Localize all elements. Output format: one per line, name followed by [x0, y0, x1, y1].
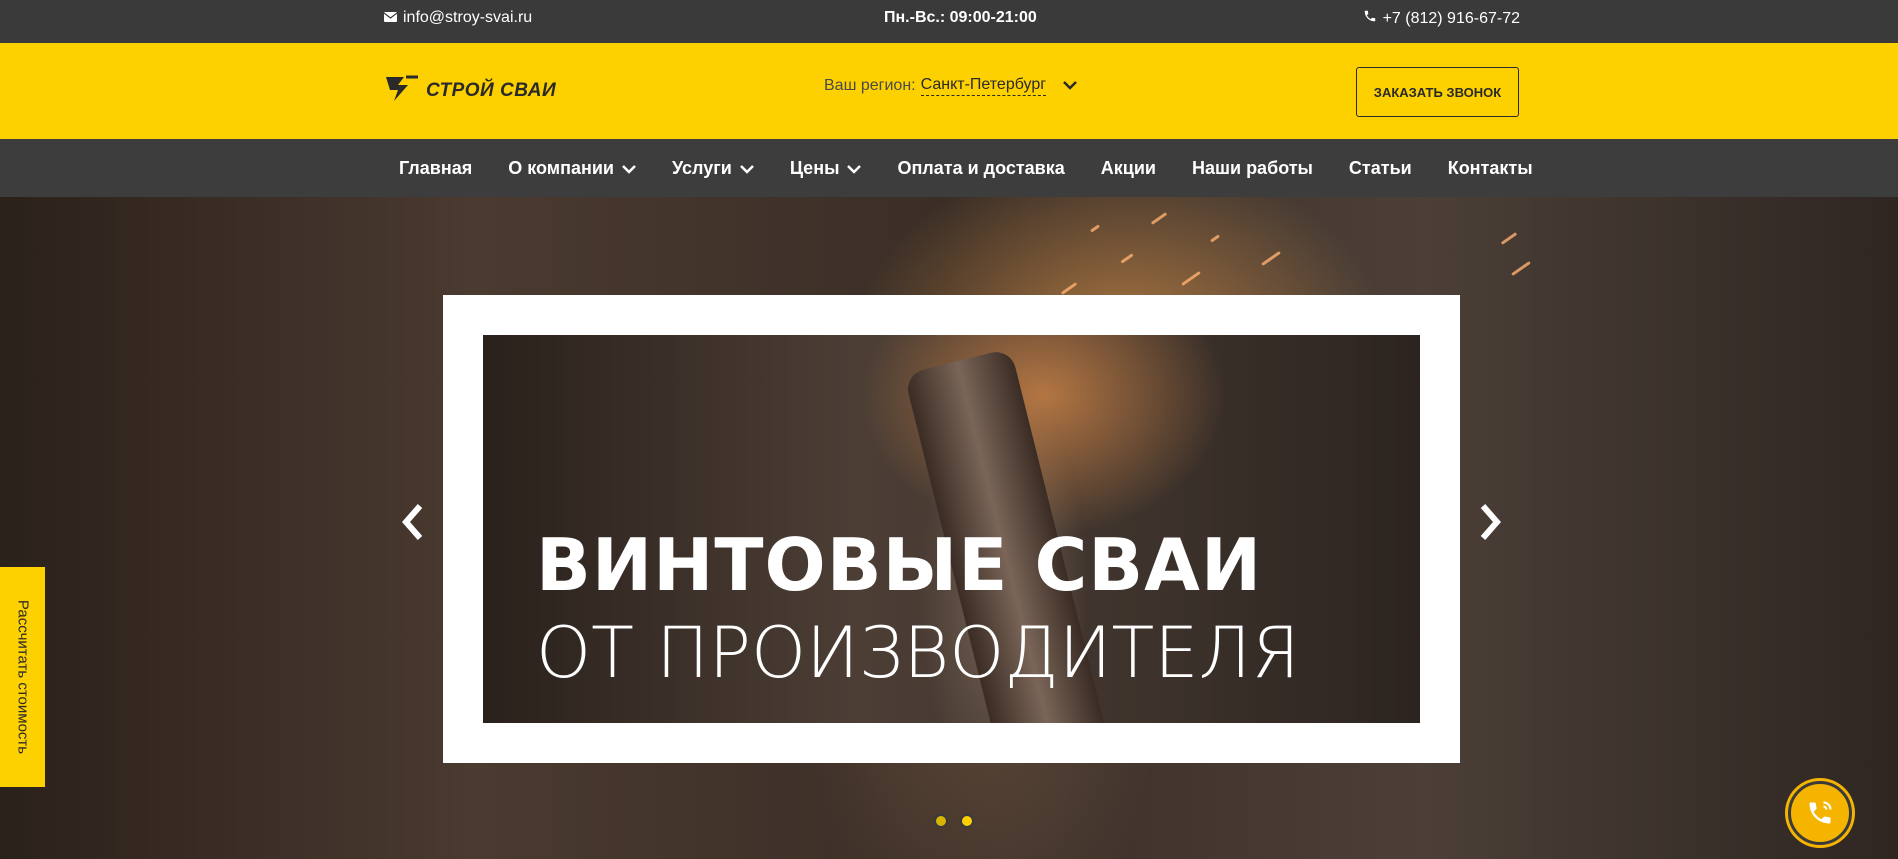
top-bar: info@stroy-svai.ru Пн.-Вс.: 09:00-21:00 … — [0, 0, 1898, 43]
logo-mark-icon — [384, 73, 420, 108]
working-hours: Пн.-Вс.: 09:00-21:00 — [884, 9, 1037, 26]
chevron-down-icon[interactable] — [847, 158, 862, 179]
region-city[interactable]: Санкт-Петербург — [920, 76, 1047, 96]
chevron-down-icon[interactable] — [622, 158, 636, 179]
nav-item[interactable]: Акции — [1083, 158, 1174, 179]
phone-icon — [1363, 9, 1377, 28]
chevron-down-icon[interactable] — [739, 158, 754, 179]
hero-subtitle: ОТ ПРОИЗВОДИТЕЛЯ — [536, 612, 1300, 694]
spark-decoration — [1210, 234, 1220, 243]
nav-item[interactable]: Наши работы — [1174, 158, 1331, 179]
nav-item-label: Услуги — [671, 157, 732, 178]
chevron-down-icon[interactable] — [1063, 77, 1077, 95]
nav-item-label: Статьи — [1348, 157, 1412, 178]
header: СТРОЙ СВАИ Ваш регион: Санкт-Петербург З… — [0, 43, 1898, 139]
nav-item[interactable]: Статьи — [1331, 158, 1430, 179]
callback-float-button[interactable] — [1788, 781, 1852, 845]
spark-decoration — [1090, 224, 1100, 233]
nav-item-label: Главная — [399, 157, 473, 178]
nav-item-label: Контакты — [1447, 157, 1533, 178]
nav-item[interactable]: Главная — [381, 158, 490, 179]
phone-ring-icon — [1809, 801, 1832, 824]
slider-dots — [934, 814, 974, 828]
region-label: Ваш регион: — [824, 77, 916, 94]
slider-next-button[interactable] — [1475, 502, 1505, 542]
nav-item[interactable]: Контакты — [1430, 158, 1551, 179]
calculate-cost-tab[interactable]: Рассчитать стоимость — [0, 567, 45, 787]
spark-decoration — [1500, 232, 1518, 245]
hero-frame: ВИНТОВЫЕ СВАИ ОТ ПРОИЗВОДИТЕЛЯ — [443, 295, 1460, 763]
nav-item[interactable]: Оплата и доставка — [879, 158, 1082, 179]
site-logo[interactable]: СТРОЙ СВАИ — [384, 73, 556, 108]
hero-slider: ВИНТОВЫЕ СВАИ ОТ ПРОИЗВОДИТЕЛЯ — [0, 197, 1898, 859]
calculate-cost-label: Рассчитать стоимость — [14, 599, 31, 755]
spark-decoration — [1181, 270, 1201, 287]
nav-item-label: Акции — [1100, 157, 1156, 178]
nav-item-label: Цены — [789, 157, 840, 178]
logo-text: СТРОЙ СВАИ — [426, 79, 557, 101]
nav-item-label: Наши работы — [1191, 157, 1313, 178]
nav-item-label: Оплата и доставка — [897, 157, 1065, 178]
slider-prev-button[interactable] — [398, 502, 428, 542]
spark-decoration — [1150, 212, 1168, 225]
region-selector[interactable]: Ваш регион: Санкт-Петербург — [824, 76, 1077, 96]
nav-list: Главная О компании Услуги Цены Оплата и дост… — [381, 139, 1551, 197]
hero-slide-image: ВИНТОВЫЕ СВАИ ОТ ПРОИЗВОДИТЕЛЯ — [483, 335, 1420, 723]
chevron-right-icon — [1480, 504, 1501, 540]
slider-dot[interactable] — [960, 814, 974, 828]
hero-title: ВИНТОВЫЕ СВАИ — [536, 523, 1263, 607]
email-link[interactable]: info@stroy-svai.ru — [383, 9, 533, 27]
phone-text: +7 (812) 916-67-72 — [1382, 9, 1520, 27]
slider-dot[interactable] — [934, 814, 948, 828]
spark-decoration — [1511, 260, 1531, 277]
email-text: info@stroy-svai.ru — [403, 9, 533, 26]
chevron-left-icon — [402, 504, 423, 540]
spark-decoration — [1060, 282, 1078, 295]
phone-link[interactable]: +7 (812) 916-67-72 — [1363, 9, 1520, 28]
nav-item[interactable]: Цены — [772, 158, 880, 179]
nav-item-label: О компании — [508, 157, 614, 178]
main-nav: Главная О компании Услуги Цены Оплата и дост… — [0, 139, 1898, 197]
nav-item[interactable]: О компании — [490, 158, 654, 179]
spark-decoration — [1261, 250, 1281, 267]
order-call-button[interactable]: ЗАКАЗАТЬ ЗВОНОК — [1356, 67, 1519, 117]
spark-decoration — [1120, 253, 1134, 264]
envelope-icon — [383, 9, 398, 27]
nav-item[interactable]: Услуги — [654, 158, 772, 179]
